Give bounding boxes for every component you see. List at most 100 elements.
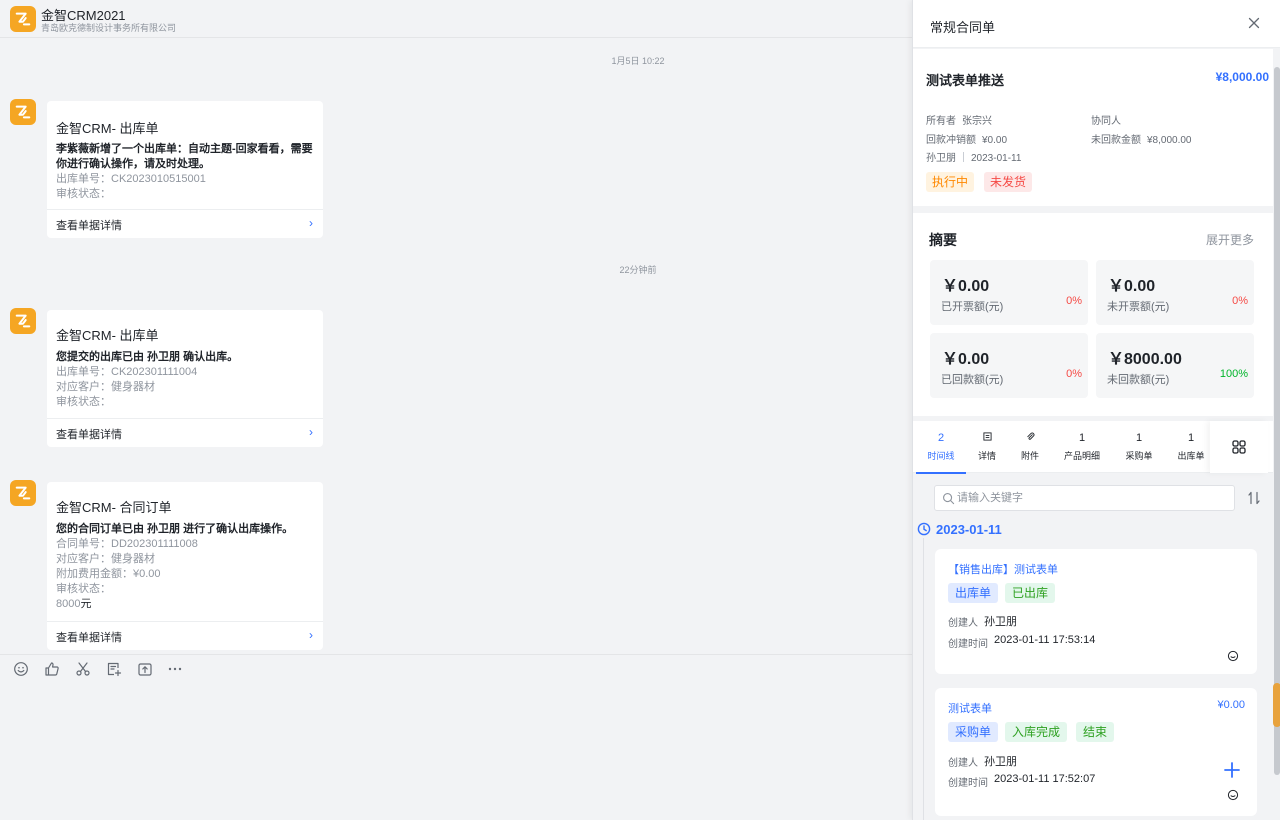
coworker-row: 协同人 xyxy=(1091,112,1121,127)
entry-status-tag: 已出库 xyxy=(1005,583,1056,603)
card-body: 您的合同订单已由 孙卫朋 进行了确认出库操作。 合同单号：DD202301111… xyxy=(56,522,318,612)
card-message: 您提交的出库已由 孙卫朋 确认出库。 xyxy=(56,351,239,363)
card-title: 金智CRM- 合同订单 xyxy=(56,500,172,515)
offset-label: 回款冲销额 xyxy=(926,135,976,146)
person-name: 孙卫朋 xyxy=(926,153,956,164)
card-body: 您提交的出库已由 孙卫朋 确认出库。 出库单号：CK202301111004 对… xyxy=(56,350,318,410)
expand-more-link[interactable]: 展开更多 xyxy=(1206,231,1254,248)
entry-title[interactable]: 测试表单 xyxy=(948,700,992,716)
chevron-right-icon: › xyxy=(309,628,313,642)
card-field: 合同单号：DD202301111008 xyxy=(56,538,198,550)
creator-value: 孙卫朋 xyxy=(984,616,1017,628)
stat-label: 未回款额(元) xyxy=(1107,374,1170,386)
card-field: 出库单号：CK202301111004 xyxy=(56,366,198,378)
card-field: 审核状态： xyxy=(56,583,111,595)
share-icon[interactable] xyxy=(136,660,154,678)
search-input[interactable] xyxy=(957,490,1227,506)
tab-attachments[interactable]: 附件 xyxy=(1011,421,1049,473)
creator-label: 创建人 xyxy=(948,758,978,769)
search-field[interactable] xyxy=(934,485,1235,511)
creator-label: 创建人 xyxy=(948,618,978,629)
sender-avatar[interactable] xyxy=(10,308,36,334)
entry-amount: ¥0.00 xyxy=(1217,699,1245,711)
timeline-line xyxy=(923,538,924,820)
person-date-row: 孙卫朋 2023-01-11 xyxy=(926,149,1021,164)
sender-avatar[interactable] xyxy=(10,480,36,506)
stat-label: 未开票额(元) xyxy=(1107,301,1170,313)
thumbs-up-icon[interactable] xyxy=(43,660,61,678)
entry-status-tag: 入库完成 xyxy=(1005,722,1068,742)
card-field: 审核状态： xyxy=(56,188,111,200)
contract-info: 测试表单推送 ¥8,000.00 所有者 张宗兴 协同人 回款冲销额 ¥0.00 未… xyxy=(913,49,1273,206)
comment-icon[interactable] xyxy=(1227,650,1239,662)
tab-details[interactable]: 详情 xyxy=(968,421,1006,473)
sort-icon[interactable] xyxy=(1246,490,1262,506)
timeline-entry[interactable]: 【销售出库】测试表单 出库单 已出库 创建人 孙卫朋 创建时间 2023-01-… xyxy=(935,549,1257,674)
stat-value: ￥8000.00 xyxy=(1108,351,1182,368)
sender-avatar[interactable] xyxy=(10,99,36,125)
card-title: 金智CRM- 出库单 xyxy=(56,121,159,136)
app-logo[interactable] xyxy=(10,6,36,32)
grid-menu-button[interactable] xyxy=(1210,421,1268,473)
stat-label: 已回款额(元) xyxy=(941,374,1004,386)
comment-icon[interactable] xyxy=(1227,789,1239,801)
clock-icon xyxy=(917,522,931,536)
offset-row: 回款冲销额 ¥0.00 xyxy=(926,131,1007,146)
contract-panel: 常规合同单 测试表单推送 ¥8,000.00 所有者 张宗兴 协同人 回款冲销额 ¥… xyxy=(912,0,1280,820)
view-details-link[interactable]: 查看单据详情 › xyxy=(47,209,323,238)
paperclip-icon xyxy=(1026,432,1034,440)
card-title: 金智CRM- 出库单 xyxy=(56,328,159,343)
entry-title[interactable]: 【销售出库】测试表单 xyxy=(948,561,1058,577)
message-card: 金智CRM- 出库单 您提交的出库已由 孙卫朋 确认出库。 出库单号：CK202… xyxy=(47,310,323,447)
stat-percent: 0% xyxy=(1066,295,1082,307)
entry-type-tag: 出库单 xyxy=(948,583,999,603)
stat-value: ￥0.00 xyxy=(942,351,990,368)
tab-icon-wrap xyxy=(968,432,1006,444)
timeline-entry[interactable]: 测试表单 ¥0.00 采购单 入库完成 结束 创建人 孙卫朋 创建时间 2023… xyxy=(935,688,1257,816)
close-icon[interactable] xyxy=(1245,14,1263,32)
unpaid-label: 未回款金额 xyxy=(1091,135,1141,146)
add-note-icon[interactable] xyxy=(105,660,123,678)
extra-value: 8000 xyxy=(56,598,81,610)
tab-purchase-orders[interactable]: 1 采购单 xyxy=(1119,421,1159,473)
stat-received: ￥0.00 已回款额(元) 0% xyxy=(930,333,1088,398)
unpaid-row: 未回款金额 ¥8,000.00 xyxy=(1091,131,1192,146)
stat-invoiced: ￥0.00 已开票额(元) 0% xyxy=(930,260,1088,325)
contract-amount: ¥8,000.00 xyxy=(1215,70,1269,84)
message-card: 金智CRM- 合同订单 您的合同订单已由 孙卫朋 进行了确认出库操作。 合同单号… xyxy=(47,482,323,650)
view-details-link[interactable]: 查看单据详情 › xyxy=(47,621,323,650)
tab-count: 1 xyxy=(1078,432,1086,444)
scrollbar-thumb[interactable] xyxy=(1273,683,1280,727)
shipping-badge: 未发货 xyxy=(984,172,1033,192)
card-field: 8000元 xyxy=(56,597,318,612)
created-time-value: 2023-01-11 17:52:07 xyxy=(994,773,1096,785)
unpaid-value: ¥8,000.00 xyxy=(1147,135,1192,146)
view-details-link[interactable]: 查看单据详情 › xyxy=(47,418,323,447)
tab-products[interactable]: 1 产品明细 xyxy=(1059,421,1105,473)
panel-scrollbar[interactable] xyxy=(1273,49,1280,820)
tab-count: 2 xyxy=(937,432,945,444)
tab-label: 产品明细 xyxy=(1063,451,1100,461)
emoji-icon[interactable] xyxy=(12,660,30,678)
owner-label: 所有者 xyxy=(926,116,956,127)
tab-outbound-orders[interactable]: 1 出库单 xyxy=(1171,421,1211,473)
add-icon[interactable] xyxy=(1223,761,1241,779)
stat-percent: 100% xyxy=(1219,368,1248,380)
created-time-value: 2023-01-11 17:53:14 xyxy=(994,634,1096,646)
summary-section: 摘要 展开更多 ￥0.00 已开票额(元) 0% ￥0.00 未开票额(元) 0… xyxy=(913,213,1273,416)
composer-divider xyxy=(0,654,912,655)
card-message: 李紫薇新增了一个出库单：自动主题-回家看看，需要你进行确认操作，请及时处理。 xyxy=(56,143,313,170)
more-icon[interactable] xyxy=(166,660,184,678)
panel-title: 常规合同单 xyxy=(930,20,996,35)
scissors-icon[interactable] xyxy=(74,660,92,678)
stat-percent: 0% xyxy=(1066,368,1082,380)
card-message: 您的合同订单已由 孙卫朋 进行了确认出库操作。 xyxy=(56,523,294,535)
chat-subtitle: 青岛欧克德制设计事务所有限公司 xyxy=(41,23,177,33)
view-details-label: 查看单据详情 xyxy=(56,429,122,441)
tab-label: 附件 xyxy=(1020,451,1039,461)
status-badge: 执行中 xyxy=(926,172,975,192)
panel-header: 常规合同单 xyxy=(913,0,1280,48)
divider xyxy=(963,152,964,162)
tab-timeline[interactable]: 2 时间线 xyxy=(916,421,966,474)
contract-date: 2023-01-11 xyxy=(971,153,1022,164)
